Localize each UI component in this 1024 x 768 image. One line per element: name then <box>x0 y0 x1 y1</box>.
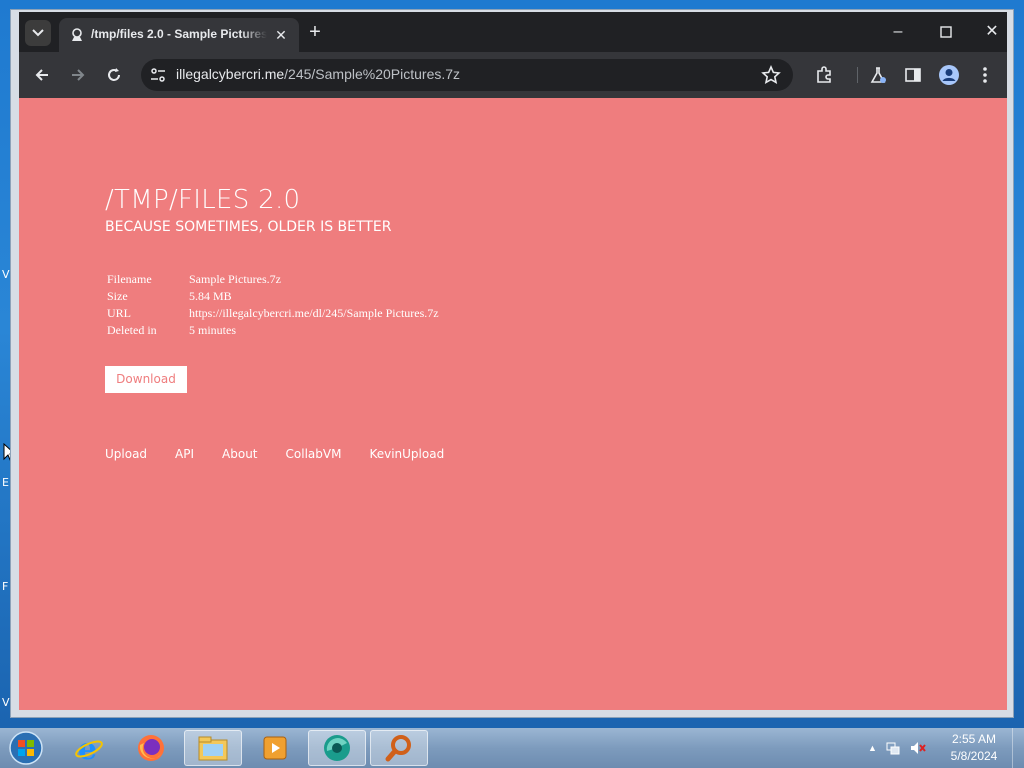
info-value: https://illegalcybercri.me/dl/245/Sample… <box>189 306 439 320</box>
bookmark-star-icon[interactable] <box>761 65 781 85</box>
info-key: Size <box>107 289 128 303</box>
volume-muted-icon[interactable] <box>909 740 927 756</box>
table-row: Size 5.84 MB <box>105 289 441 306</box>
download-button[interactable]: Download <box>105 366 187 393</box>
tab-title: /tmp/files 2.0 - Sample Pictures.7z <box>91 27 267 41</box>
favicon-icon <box>72 28 82 41</box>
media-player-icon[interactable] <box>246 730 304 766</box>
minimize-icon[interactable]: – <box>883 22 913 44</box>
chevron-down-icon <box>32 29 44 37</box>
footer-nav: Upload API About CollabVM KevinUpload <box>105 447 472 461</box>
info-key: Deleted in <box>107 323 157 337</box>
file-explorer-icon[interactable] <box>184 730 242 766</box>
footer-link-collabvm[interactable]: CollabVM <box>286 447 342 461</box>
internet-explorer-icon[interactable]: e <box>60 730 118 766</box>
info-value: 5.84 MB <box>189 289 232 303</box>
info-value: 5 minutes <box>189 323 236 337</box>
browser-toolbar: illegalcybercri.me/245/Sample%20Pictures… <box>19 52 1007 98</box>
show-desktop-button[interactable] <box>1012 728 1024 768</box>
tab-close-icon[interactable]: ✕ <box>271 25 291 45</box>
url-text: illegalcybercri.me/245/Sample%20Pictures… <box>176 66 460 82</box>
info-key: Filename <box>107 272 152 286</box>
labs-flask-icon[interactable] <box>865 62 891 88</box>
side-panel-icon[interactable] <box>900 62 926 88</box>
footer-link-upload[interactable]: Upload <box>105 447 147 461</box>
desktop-label-fragment: E <box>2 476 9 489</box>
desktop-label-fragment: F <box>2 580 9 593</box>
site-subtitle: BECAUSE SOMETIMES, OLDER IS BETTER <box>105 219 392 235</box>
url-host: illegalcybercri.me <box>176 66 285 82</box>
table-row: Filename Sample Pictures.7z <box>105 272 441 289</box>
taskbar-clock[interactable]: 2:55 AM 5/8/2024 <box>942 731 1006 765</box>
reload-icon[interactable] <box>101 62 127 88</box>
info-key: URL <box>107 306 131 320</box>
web-page: /TMP/FILES 2.0 BECAUSE SOMETIMES, OLDER … <box>19 98 1007 710</box>
browser-window: /tmp/files 2.0 - Sample Pictures.7z ✕ + … <box>10 9 1014 718</box>
extensions-icon[interactable] <box>811 62 837 88</box>
address-bar[interactable]: illegalcybercri.me/245/Sample%20Pictures… <box>141 59 793 91</box>
table-row: Deleted in 5 minutes <box>105 323 441 340</box>
active-tab[interactable]: /tmp/files 2.0 - Sample Pictures.7z ✕ <box>59 18 299 52</box>
maximize-icon[interactable] <box>931 22 961 44</box>
new-tab-icon[interactable]: + <box>304 22 326 44</box>
site-title: /TMP/FILES 2.0 <box>105 185 301 215</box>
close-window-icon[interactable]: ✕ <box>977 22 1007 44</box>
clock-date: 5/8/2024 <box>950 749 998 763</box>
info-value: Sample Pictures.7z <box>189 272 281 286</box>
show-hidden-icons-icon[interactable]: ▲ <box>868 743 877 753</box>
system-tray: ▲ <box>868 740 927 756</box>
desktop-icon-labels: V E F V <box>0 240 10 720</box>
table-row: URL https://illegalcybercri.me/dl/245/Sa… <box>105 306 441 323</box>
toolbar-separator <box>857 67 858 83</box>
footer-link-about[interactable]: About <box>222 447 257 461</box>
firefox-icon[interactable] <box>122 730 180 766</box>
forward-arrow-icon[interactable] <box>65 62 91 88</box>
browser-app-icon[interactable] <box>308 730 366 766</box>
footer-link-kevinupload[interactable]: KevinUpload <box>369 447 444 461</box>
clock-time: 2:55 AM <box>951 732 997 746</box>
back-arrow-icon[interactable] <box>29 62 55 88</box>
tab-strip: /tmp/files 2.0 - Sample Pictures.7z ✕ + … <box>19 12 1007 52</box>
tab-search-button[interactable] <box>25 20 51 46</box>
footer-link-api[interactable]: API <box>175 447 194 461</box>
menu-kebab-icon[interactable] <box>972 62 998 88</box>
profile-avatar-icon[interactable] <box>936 62 962 88</box>
file-info-table: Filename Sample Pictures.7z Size 5.84 MB… <box>105 272 441 340</box>
start-button-icon[interactable] <box>6 730 46 766</box>
taskbar: e ▲ 2:55 AM 5/8/2024 <box>0 728 1024 768</box>
desktop-label-fragment: V <box>2 696 10 709</box>
search-app-icon[interactable] <box>370 730 428 766</box>
site-info-icon[interactable] <box>150 67 166 83</box>
desktop-label-fragment: V <box>2 268 10 281</box>
url-path: /245/Sample%20Pictures.7z <box>284 66 461 82</box>
network-icon[interactable] <box>885 740 901 756</box>
